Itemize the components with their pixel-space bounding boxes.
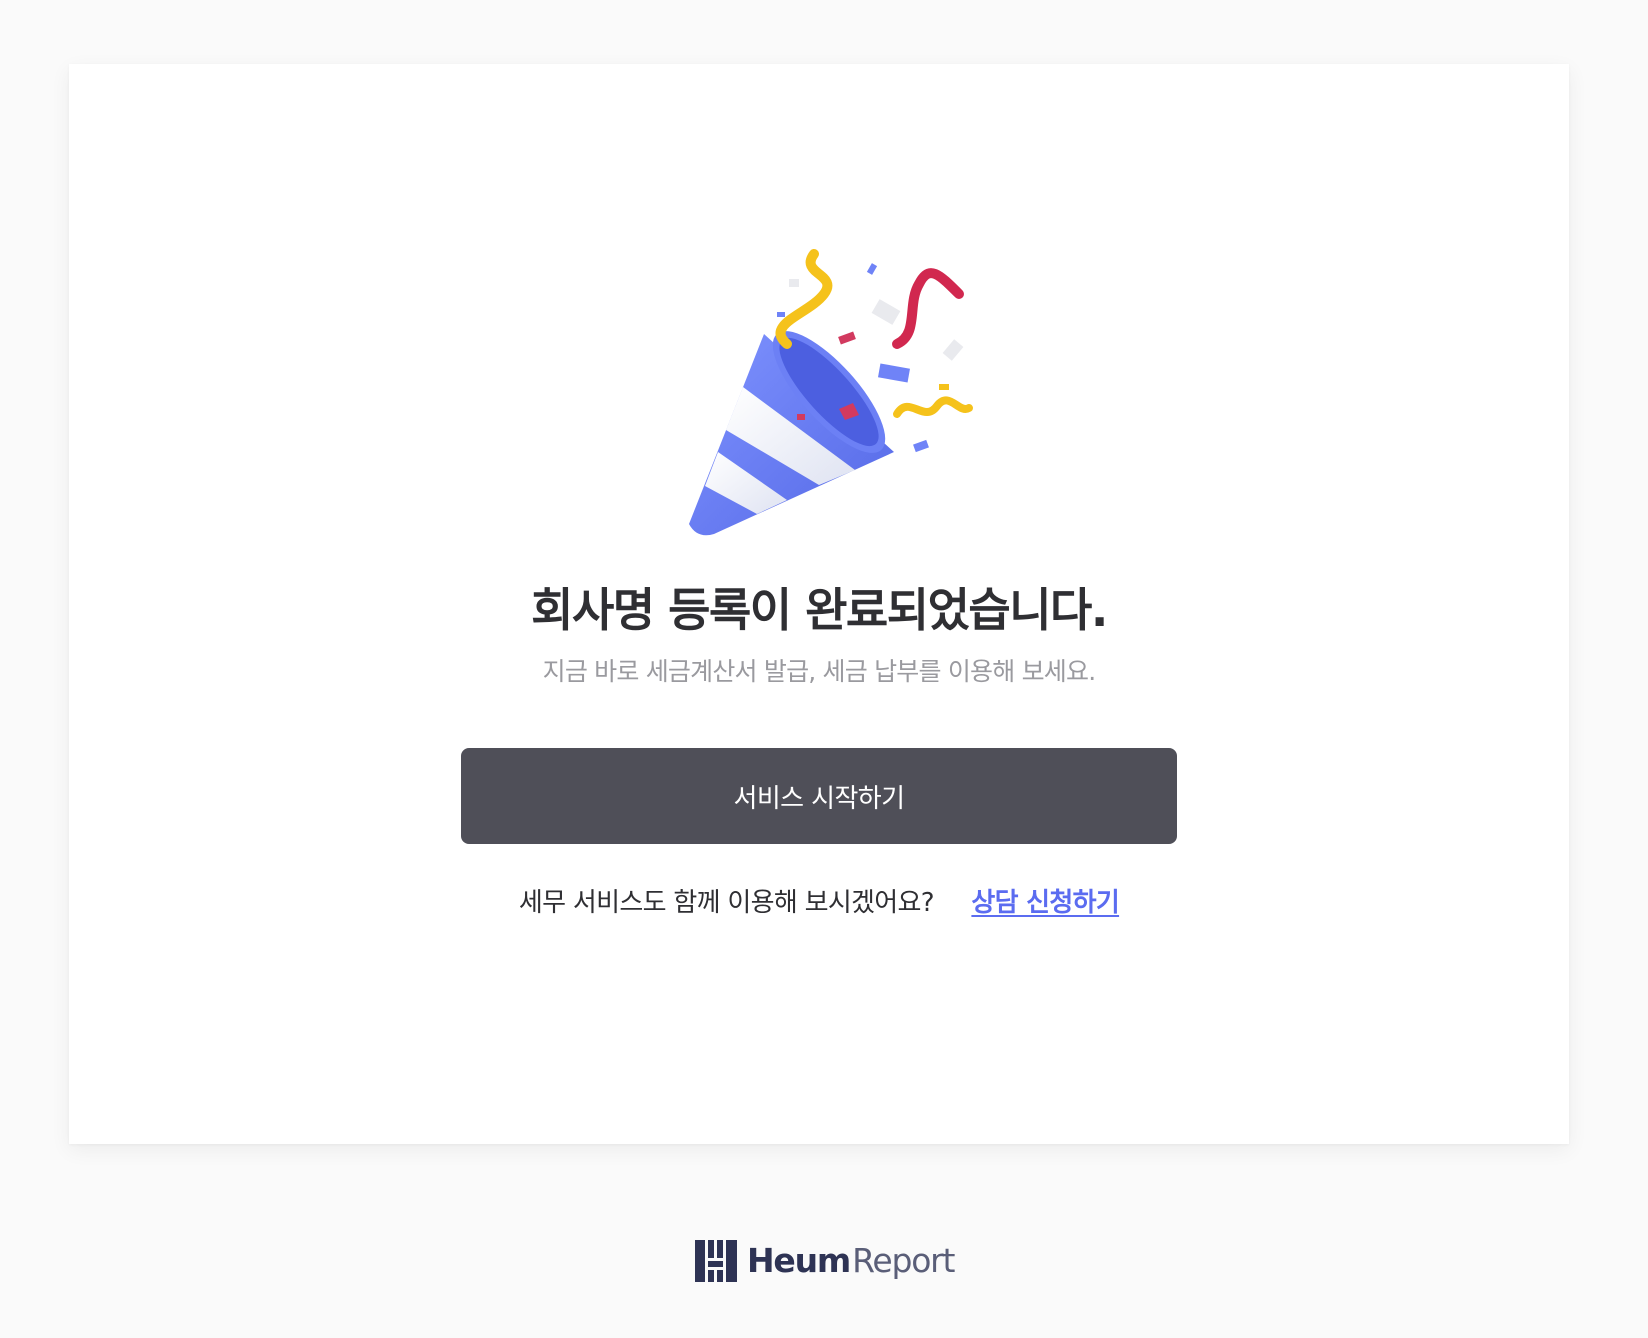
tax-service-row: 세무 서비스도 함께 이용해 보시겠어요? 상담 신청하기: [69, 882, 1569, 919]
brand-name-light: Report: [852, 1241, 955, 1280]
page-subtitle: 지금 바로 세금계산서 발급, 세금 납부를 이용해 보세요.: [542, 657, 1097, 686]
heum-logo-icon: [695, 1240, 737, 1282]
completion-card: 회사명 등록이 완료되었습니다. 지금 바로 세금계산서 발급, 세금 납부를 …: [69, 64, 1569, 1144]
footer-logo: HeumReport: [695, 1240, 955, 1282]
tax-service-question: 세무 서비스도 함께 이용해 보시겠어요?: [518, 888, 935, 918]
page-title: 회사명 등록이 완료되었습니다.: [531, 583, 1108, 637]
party-popper-icon: [689, 249, 973, 536]
brand-name-strong: Heum: [747, 1241, 851, 1280]
consultation-request-link[interactable]: 상담 신청하기: [971, 888, 1119, 918]
start-service-button[interactable]: 서비스 시작하기: [461, 748, 1177, 844]
brand-name: HeumReport: [747, 1240, 955, 1282]
